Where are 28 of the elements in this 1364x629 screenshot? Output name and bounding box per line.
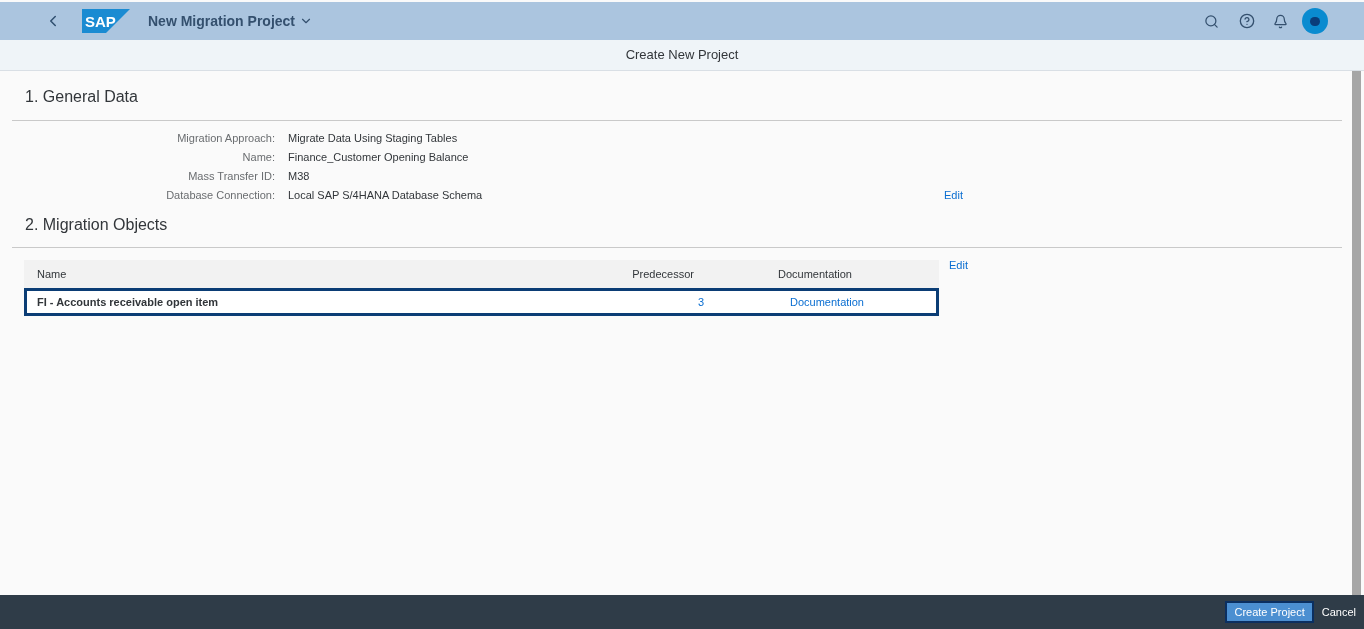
- field-value: Finance_Customer Opening Balance: [288, 150, 469, 166]
- field-label: Name:: [241, 150, 275, 166]
- column-header: Documentation: [778, 266, 852, 282]
- search-button[interactable]: [1204, 13, 1219, 29]
- app-title-menu[interactable]: New Migration Project: [148, 10, 314, 32]
- table-row[interactable]: FI - Accounts receivable open item 3 Documentation: [24, 288, 939, 316]
- help-button[interactable]: [1239, 13, 1255, 29]
- predecessor-link[interactable]: 3: [647, 293, 704, 311]
- column-header: Predecessor: [631, 266, 694, 282]
- field-label: Migration Approach:: [176, 131, 275, 147]
- create-project-button[interactable]: Create Project: [1225, 601, 1314, 623]
- scrollbar[interactable]: [1352, 71, 1361, 595]
- cancel-button[interactable]: Cancel: [1319, 601, 1358, 623]
- section-title: 2. Migration Objects: [25, 215, 168, 235]
- table-cell-text: FI - Accounts receivable open item: [36, 294, 220, 310]
- edit-link[interactable]: Edit: [944, 187, 963, 204]
- field-label: Mass Transfer ID:: [187, 169, 275, 185]
- field-label: Database Connection:: [165, 188, 275, 204]
- user-avatar[interactable]: [1302, 8, 1328, 34]
- logo-icon: SAP: [82, 9, 130, 33]
- notifications-button[interactable]: [1273, 13, 1288, 29]
- edit-link[interactable]: Edit: [949, 257, 968, 271]
- section-title: 1. General Data: [25, 87, 138, 107]
- documentation-link[interactable]: Documentation: [790, 293, 864, 311]
- field-value: Local SAP S/4HANA Database Schema: [288, 188, 483, 204]
- field-value: M38: [288, 169, 310, 185]
- page-title: Create New Project: [625, 46, 739, 65]
- field-value: Migrate Data Using Staging Tables: [288, 131, 458, 147]
